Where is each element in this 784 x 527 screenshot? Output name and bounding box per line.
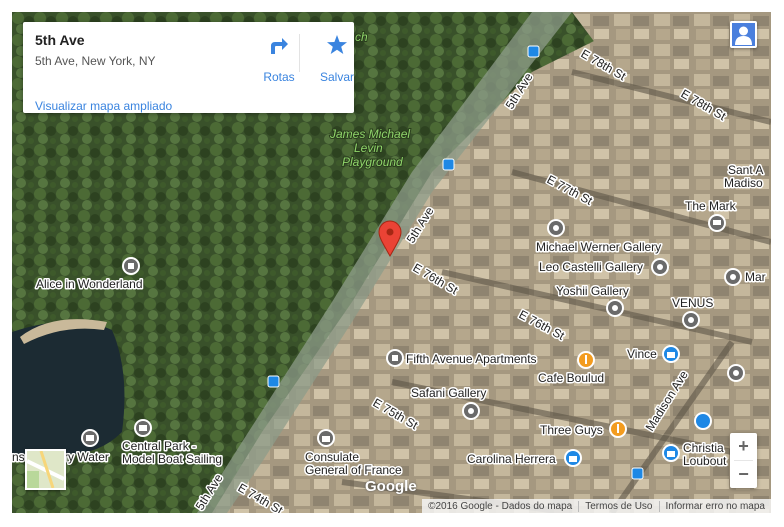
poi-label: Alice in Wonderland (36, 277, 143, 291)
zoom-in-button[interactable]: + (730, 433, 757, 460)
poi-label: Three Guys (540, 423, 603, 437)
bus-stop-icon[interactable] (267, 375, 280, 388)
report-error-link[interactable]: Informar erro no mapa (658, 500, 772, 512)
bus-stop-icon[interactable] (527, 45, 540, 58)
view-larger-map-link[interactable]: Visualizar mapa ampliado (35, 99, 172, 113)
star-icon (327, 35, 347, 54)
directions-arrow-icon (271, 38, 288, 54)
poi-label: Yoshii Gallery (556, 284, 629, 298)
poi-label: Sant A (728, 163, 763, 177)
poi-label: Leo Castelli Gallery (539, 260, 643, 274)
directions-button[interactable]: Rotas (254, 34, 304, 84)
account-avatar[interactable] (730, 21, 757, 48)
poi-label: Fifth Avenue Apartments (406, 352, 537, 366)
poi-label: Mar (745, 270, 766, 284)
poi-label: General of France (305, 463, 402, 477)
map-frame: E 78th St E 78th St E 77th St E 76th St … (12, 12, 771, 513)
bus-stop-icon[interactable] (631, 467, 644, 480)
save-button[interactable]: Salvar (312, 34, 362, 84)
poi-label: ry Water (64, 450, 109, 464)
park-label: Playground (342, 155, 403, 169)
map-type-thumbnail[interactable] (25, 449, 66, 490)
poi-label: Model Boat Sailing (122, 452, 222, 466)
zoom-out-button[interactable]: − (730, 461, 757, 488)
map-copyright[interactable]: ©2016 Google - Dados do mapa (422, 501, 578, 512)
poi-label: VENUS (672, 296, 713, 310)
poi-dress[interactable] (694, 412, 712, 430)
map-footer: ©2016 Google - Dados do mapa Termos de U… (422, 499, 771, 513)
poi-label: Consulate (305, 450, 359, 464)
bus-stop-icon[interactable] (442, 158, 455, 171)
poi-label: ns (12, 450, 25, 464)
poi-three-guys[interactable]: Three Guys (539, 420, 627, 439)
poi-gallery-right[interactable] (727, 364, 745, 382)
poi-label: Christia (683, 441, 724, 455)
terms-link[interactable]: Termos de Uso (578, 500, 658, 512)
poi-label: Vince (627, 347, 657, 361)
place-card: 5th Ave 5th Ave, New York, NY Rotas Salv… (23, 22, 354, 113)
poi-label: Michael Werner Gallery (536, 240, 661, 254)
poi-vince[interactable]: Vince (626, 345, 680, 363)
poi-label: Safani Gallery (411, 386, 486, 400)
directions-label: Rotas (263, 70, 295, 84)
place-address: 5th Ave, New York, NY (35, 54, 156, 68)
poi-photo[interactable] (81, 429, 99, 447)
poi-label: The Mark (685, 199, 737, 213)
poi-mar[interactable]: Mar (724, 268, 767, 286)
poi-fifth-avenue-apartments[interactable]: Fifth Avenue Apartments (386, 349, 538, 368)
poi-label: Central Park - (122, 439, 196, 453)
poi-label: Loubout (683, 454, 727, 468)
poi-label: Cafe Boulud (538, 371, 604, 385)
place-title: 5th Ave (35, 32, 85, 48)
google-logo: Google (365, 478, 417, 495)
map-thumbnail-icon (27, 451, 64, 488)
poi-label: Carolina Herrera (467, 452, 556, 466)
person-icon (732, 23, 755, 46)
card-divider (299, 34, 300, 72)
zoom-controls: + − (730, 433, 757, 488)
poi-label: Madiso (724, 176, 763, 190)
park-label: Levin (354, 141, 383, 155)
save-label: Salvar (319, 70, 354, 84)
park-label: James Michael (329, 127, 410, 141)
